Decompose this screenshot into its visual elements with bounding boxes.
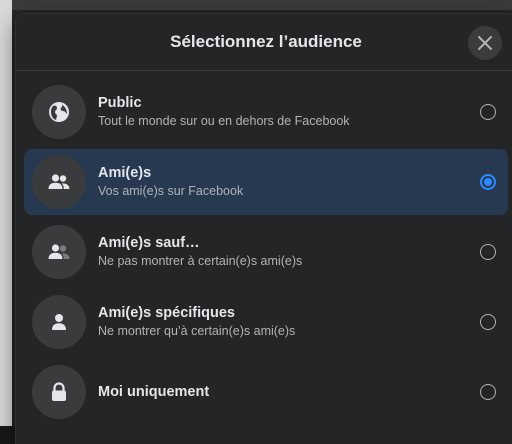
radio-only-me[interactable]	[480, 384, 496, 400]
audience-option-list: Public Tout le monde sur ou en dehors de…	[16, 71, 512, 425]
radio-selected-dot	[484, 178, 492, 186]
globe-icon	[32, 85, 86, 139]
option-subtitle: Tout le monde sur ou en dehors de Facebo…	[98, 114, 350, 128]
audience-option-specific-friends[interactable]: Ami(e)s spécifiques Ne montrer qu’à cert…	[24, 289, 508, 355]
option-subtitle: Ne pas montrer à certain(e)s ami(e)s	[98, 254, 303, 268]
audience-dialog: Sélectionnez l’audience Public Tout le m…	[16, 14, 512, 444]
lock-icon	[32, 365, 86, 419]
person-icon	[32, 295, 86, 349]
option-title: Ami(e)s spécifiques	[98, 305, 235, 321]
radio-friends-except[interactable]	[480, 244, 496, 260]
friends-icon	[32, 155, 86, 209]
radio-specific-friends[interactable]	[480, 314, 496, 330]
friends-except-icon	[32, 225, 86, 279]
radio-public[interactable]	[480, 104, 496, 120]
audience-option-friends-except[interactable]: Ami(e)s sauf… Ne pas montrer à certain(e…	[24, 219, 508, 285]
option-title: Ami(e)s sauf…	[98, 235, 200, 251]
dialog-title: Sélectionnez l’audience	[170, 32, 362, 51]
dialog-header: Sélectionnez l’audience	[16, 14, 512, 71]
option-subtitle: Vos ami(e)s sur Facebook	[98, 184, 244, 198]
close-icon	[478, 36, 492, 50]
page-left-strip	[0, 0, 12, 426]
option-text: Ami(e)s Vos ami(e)s sur Facebook	[98, 164, 480, 200]
audience-option-only-me[interactable]: Moi uniquement	[24, 359, 508, 425]
option-title: Public	[98, 95, 142, 111]
option-subtitle: Ne montrer qu’à certain(e)s ami(e)s	[98, 324, 296, 338]
option-text: Public Tout le monde sur ou en dehors de…	[98, 94, 480, 130]
option-title: Moi uniquement	[98, 383, 210, 400]
option-text: Ami(e)s spécifiques Ne montrer qu’à cert…	[98, 304, 480, 340]
page-topbar	[0, 0, 512, 10]
close-button[interactable]	[468, 26, 502, 60]
audience-option-public[interactable]: Public Tout le monde sur ou en dehors de…	[24, 79, 508, 145]
radio-friends[interactable]	[480, 174, 496, 190]
option-text: Ami(e)s sauf… Ne pas montrer à certain(e…	[98, 234, 480, 270]
option-title: Ami(e)s	[98, 165, 152, 181]
option-text: Moi uniquement	[98, 383, 480, 402]
audience-option-friends[interactable]: Ami(e)s Vos ami(e)s sur Facebook	[24, 149, 508, 215]
